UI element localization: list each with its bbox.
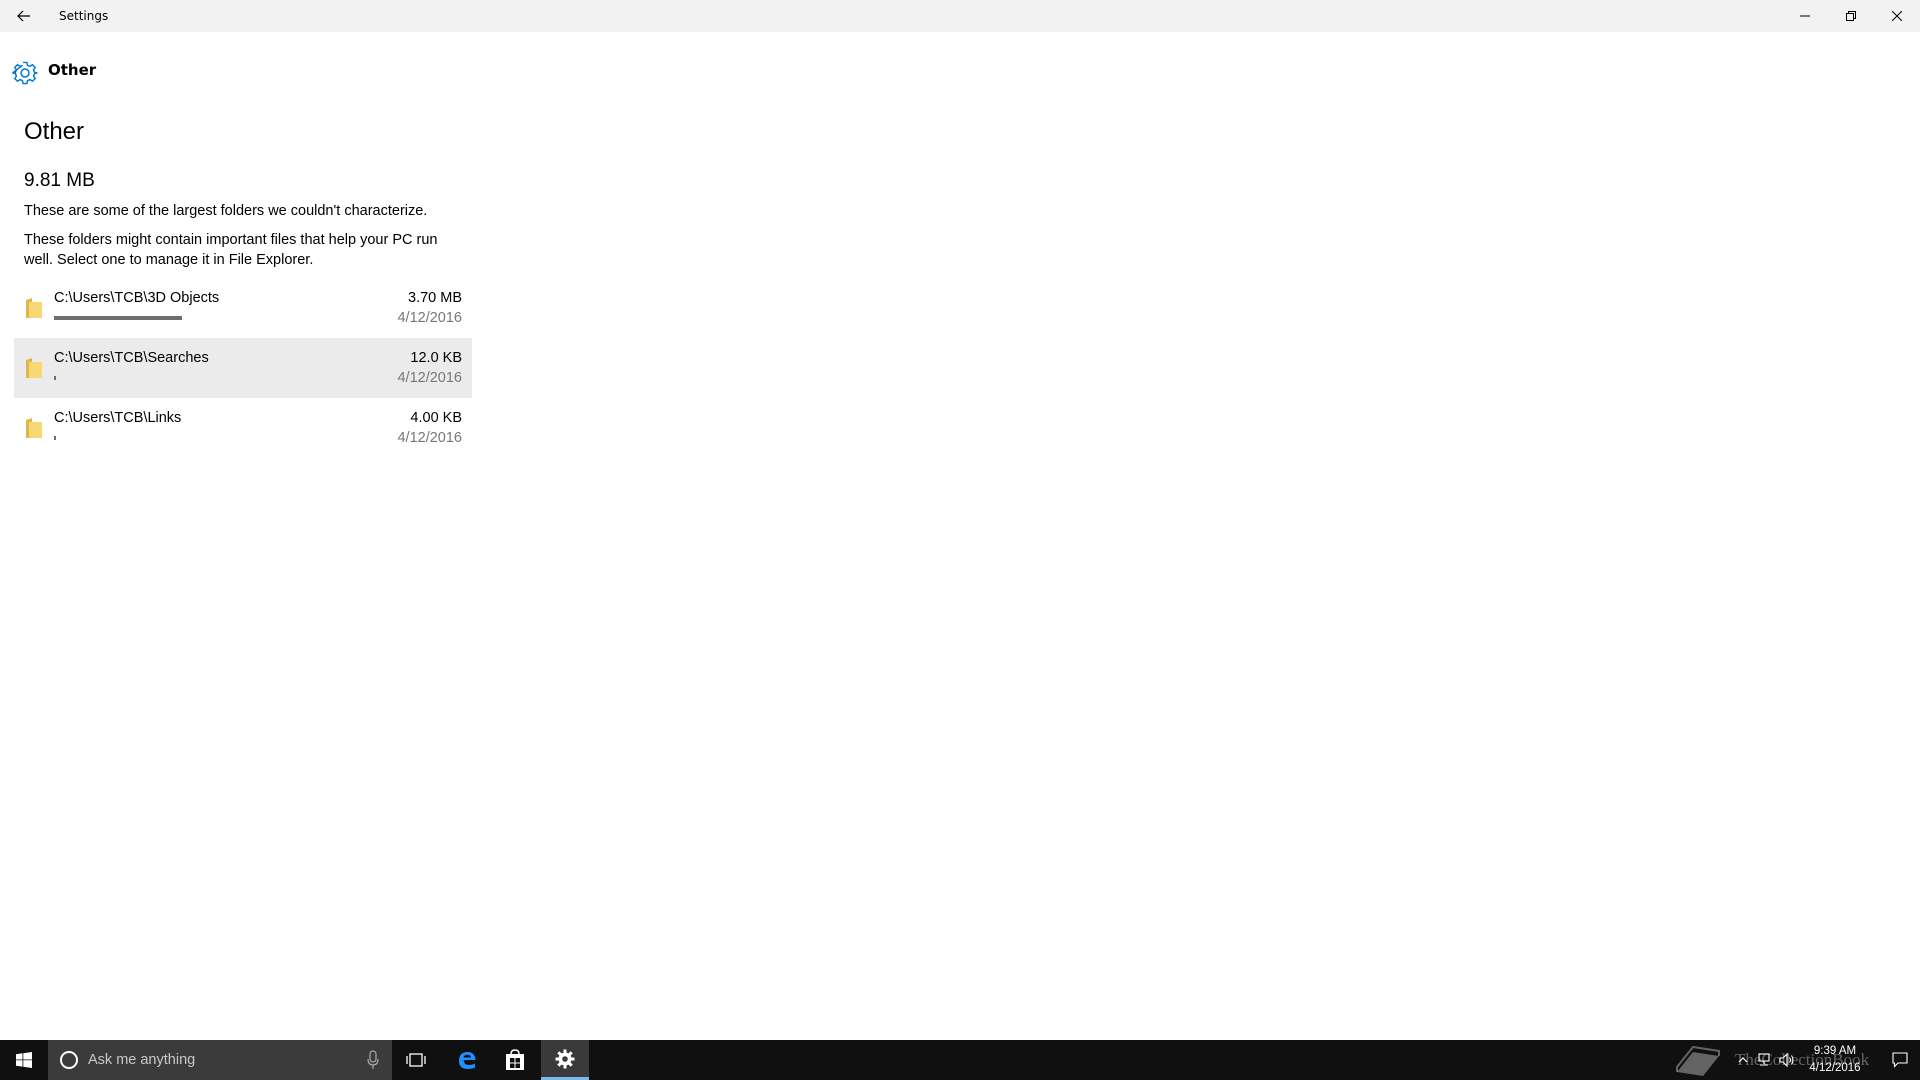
minimize-button[interactable] [1782, 0, 1828, 32]
folder-size: 12.0 KB [410, 350, 462, 366]
settings-gear-icon [555, 1049, 575, 1068]
folder-row[interactable]: C:\Users\TCB\Links 4.00 KB 4/12/2016 [14, 398, 472, 458]
usage-bar [54, 436, 56, 440]
edge-icon [459, 1052, 476, 1069]
speaker-icon [1779, 1053, 1794, 1067]
store-icon [506, 1049, 524, 1070]
minimize-icon [1800, 15, 1810, 17]
edge-browser-button[interactable] [443, 1040, 491, 1080]
close-icon [1892, 11, 1902, 21]
search-placeholder: Ask me anything [88, 1052, 196, 1068]
back-arrow-icon [17, 10, 30, 22]
clock-date: 4/12/2016 [1809, 1062, 1861, 1074]
volume-button[interactable] [1776, 1040, 1798, 1080]
header-label: Other [48, 61, 97, 79]
folder-path: C:\Users\TCB\Searches [54, 350, 209, 366]
total-size: 9.81 MB [24, 170, 95, 191]
folder-size: 4.00 KB [410, 410, 462, 426]
folder-list: C:\Users\TCB\3D Objects 3.70 MB 4/12/201… [14, 278, 472, 458]
settings-taskbar-button[interactable] [541, 1040, 589, 1080]
folder-row[interactable]: C:\Users\TCB\3D Objects 3.70 MB 4/12/201… [14, 278, 472, 338]
task-view-button[interactable] [392, 1040, 440, 1080]
description-text: These are some of the largest folders we… [24, 203, 428, 219]
window-title: Settings [59, 9, 109, 23]
folder-icon [26, 358, 42, 378]
instruction-text: These folders might contain important fi… [24, 232, 438, 268]
start-button[interactable] [0, 1040, 48, 1080]
usage-bar-track [54, 376, 304, 380]
chevron-up-icon [1738, 1057, 1748, 1063]
clock[interactable]: 9:39 AM 4/12/2016 [1796, 1043, 1874, 1077]
usage-bar-track [54, 316, 304, 320]
back-button[interactable] [0, 0, 48, 32]
folder-size: 3.70 MB [408, 290, 462, 306]
folder-icon [26, 298, 42, 318]
page-title: Other [24, 118, 85, 145]
folder-path: C:\Users\TCB\3D Objects [54, 290, 220, 306]
folder-date: 4/12/2016 [397, 370, 462, 386]
clock-time: 9:39 AM [1813, 1045, 1857, 1057]
action-center-button[interactable] [1880, 1040, 1920, 1080]
gear-icon [12, 61, 38, 85]
folder-date: 4/12/2016 [397, 310, 462, 326]
usage-bar [54, 316, 182, 320]
folder-row[interactable]: C:\Users\TCB\Searches 12.0 KB 4/12/2016 [14, 338, 472, 398]
cortana-icon [60, 1051, 78, 1069]
task-view-icon [406, 1053, 426, 1067]
store-button[interactable] [491, 1040, 539, 1080]
search-box[interactable]: Ask me anything [48, 1040, 392, 1080]
folder-path: C:\Users\TCB\Links [54, 410, 182, 426]
microphone-icon[interactable] [366, 1050, 380, 1070]
close-button[interactable] [1874, 0, 1920, 32]
book-logo-icon [1676, 1045, 1720, 1076]
network-icon [1758, 1053, 1770, 1066]
restore-button[interactable] [1828, 0, 1874, 32]
taskbar: Ask me anything TheCollectionBook 9:39 A… [0, 1040, 1920, 1080]
usage-bar-track [54, 436, 304, 440]
restore-icon [1846, 11, 1856, 21]
usage-bar [54, 376, 56, 380]
folder-icon [26, 418, 42, 438]
notification-icon [1892, 1052, 1908, 1068]
folder-date: 4/12/2016 [397, 430, 462, 446]
show-hidden-icons-button[interactable] [1732, 1040, 1754, 1080]
title-bar: Settings [0, 0, 1920, 32]
network-button[interactable] [1754, 1040, 1776, 1080]
windows-logo-icon [16, 1052, 32, 1068]
